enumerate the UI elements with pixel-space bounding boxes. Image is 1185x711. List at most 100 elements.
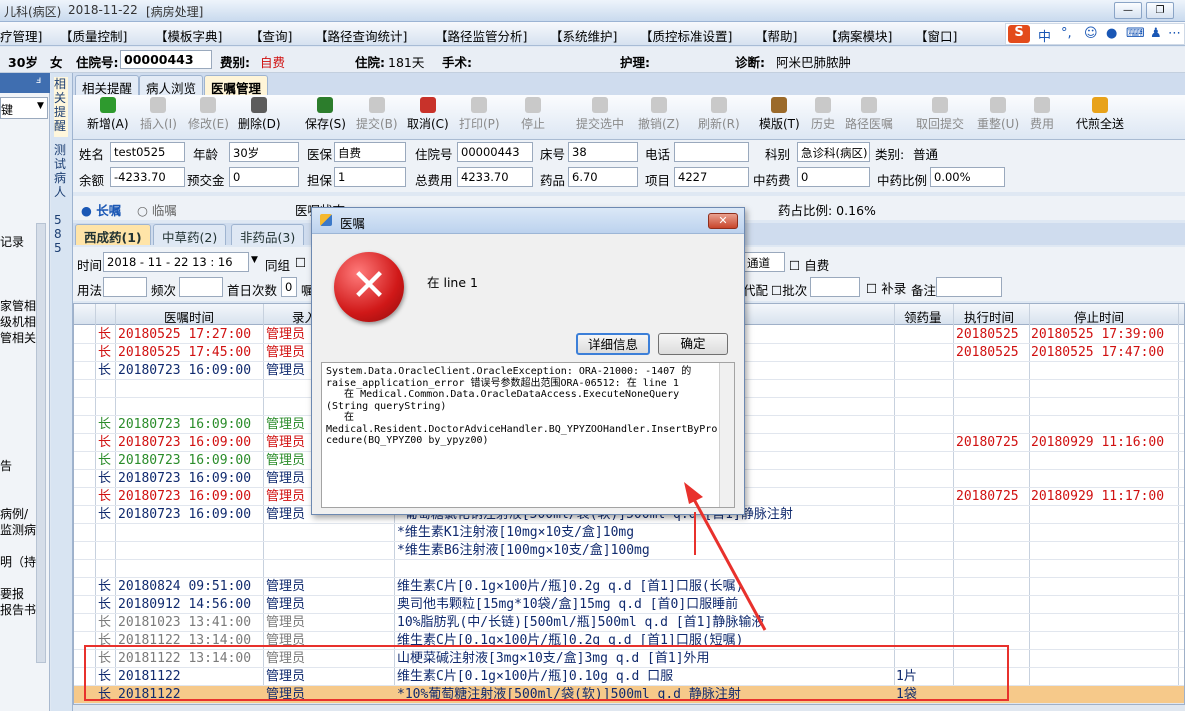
channel-field[interactable]: 通道	[743, 252, 785, 272]
balance-field[interactable]: -4233.70	[110, 167, 185, 187]
error-details-text[interactable]: System.Data.OracleClient.OracleException…	[321, 362, 735, 508]
ime-mode-icon[interactable]: 中	[1038, 26, 1051, 45]
col-order-time[interactable]: 医嘱时间	[164, 307, 214, 326]
toolbar-button-10[interactable]: 撤销(Z)	[638, 97, 680, 132]
toolbar-button-14[interactable]: 路径医嘱	[845, 97, 893, 132]
restore-button[interactable]: ❐	[1146, 2, 1174, 19]
dept-field[interactable]: 急诊科(病区)	[797, 142, 870, 162]
menu-item-system[interactable]: 【系统维护]	[550, 26, 617, 45]
toolbar-button-0[interactable]: 新增(A)	[87, 97, 129, 132]
toolbar-button-18[interactable]: 代煎全送	[1076, 97, 1124, 132]
table-row[interactable]: 长 20180912 14:56:00 管理员 奥司他韦颗粒[15mg*10袋/盒]1…	[74, 596, 1184, 614]
col-exec-time[interactable]: 执行时间	[964, 307, 1014, 326]
pin-icon[interactable]: ⅎ	[36, 75, 41, 86]
col-dispense-qty[interactable]: 领药量	[904, 307, 942, 326]
menu-item-window[interactable]: 【窗口]	[915, 26, 957, 45]
toolbar-button-15[interactable]: 取回提交	[916, 97, 964, 132]
remark-field[interactable]	[936, 277, 1002, 297]
toolbar-button-8[interactable]: 停止	[521, 97, 545, 132]
item-field[interactable]: 4227	[674, 167, 749, 187]
toolbar-button-4[interactable]: 保存(S)	[305, 97, 346, 132]
menu-item-case[interactable]: 【病案模块]	[825, 26, 892, 45]
batch-checkbox[interactable]: ☐批次	[771, 280, 807, 299]
deposit-field[interactable]: 0	[229, 167, 299, 187]
tab-herbal-drugs[interactable]: 中草药(2)	[153, 224, 227, 245]
ime-toolbar[interactable]: S 中 °, ☺ ● ⌨ ♟ ⋯	[1005, 23, 1185, 45]
tab-reminders[interactable]: 相关提醒	[75, 75, 140, 96]
menu-item-quality[interactable]: 【质量控制]	[60, 26, 127, 45]
drug-field[interactable]: 6.70	[568, 167, 638, 187]
tcm-fee-field[interactable]: 0	[797, 167, 870, 187]
toolbar-button-11[interactable]: 刷新(R)	[698, 97, 740, 132]
left-item-mgmt[interactable]: 管相关	[0, 329, 36, 346]
ime-logo-icon[interactable]: S	[1008, 25, 1030, 43]
temp-order-radio[interactable]: ○ 临嘱	[137, 200, 177, 219]
toolbar-button-17[interactable]: 费用	[1030, 97, 1054, 132]
menu-item-care[interactable]: 疗管理]	[0, 26, 42, 45]
toolbar-button-5[interactable]: 提交(B)	[356, 97, 398, 132]
decoct-checkbox[interactable]: 代配	[743, 280, 768, 299]
menu-item-path-monitor[interactable]: 【路径监管分析]	[435, 26, 527, 45]
toolbar-button-6[interactable]: 取消(C)	[407, 97, 449, 132]
left-scrollbar[interactable]	[36, 223, 46, 663]
left-item-monitor[interactable]: 监测病	[0, 521, 36, 538]
batch-field[interactable]	[810, 277, 860, 297]
route-field[interactable]	[103, 277, 147, 297]
dropdown-icon[interactable]: ▼	[37, 101, 44, 111]
left-item-explain[interactable]: 明（持	[0, 553, 36, 570]
time-picker[interactable]: 2018 - 11 - 22 13 : 16	[103, 252, 249, 272]
tcm-ratio-field[interactable]: 0.00%	[930, 167, 1005, 187]
details-button[interactable]: 详细信息	[576, 333, 650, 355]
vtab-reminder[interactable]: 相关提醒	[54, 77, 68, 137]
total-field[interactable]: 4233.70	[457, 167, 533, 187]
menu-item-help[interactable]: 【帮助]	[755, 26, 797, 45]
tab-western-drugs[interactable]: 西成药(1)	[75, 224, 151, 245]
tab-non-drugs[interactable]: 非药品(3)	[231, 224, 305, 245]
age-field[interactable]: 30岁	[229, 142, 299, 162]
ime-more-icon[interactable]: ⋯	[1168, 26, 1181, 41]
tab-order-management[interactable]: 医嘱管理	[204, 75, 269, 96]
toolbar-button-1[interactable]: 插入(I)	[140, 97, 177, 132]
minimize-button[interactable]: —	[1114, 2, 1142, 19]
same-group-checkbox[interactable]: 同组	[265, 255, 290, 274]
toolbar-button-9[interactable]: 提交选中	[576, 97, 624, 132]
toolbar-button-2[interactable]: 修改(E)	[188, 97, 229, 132]
ime-mic-icon[interactable]: ●	[1106, 26, 1117, 41]
inpatient-field[interactable]: 00000443	[457, 142, 533, 162]
table-row[interactable]: 长 20180824 09:51:00 管理员 维生素C片[0.1g×100片/瓶]0…	[74, 578, 1184, 596]
menu-item-template[interactable]: 【模板字典]	[155, 26, 222, 45]
left-item-report[interactable]: 告	[0, 457, 12, 474]
left-pane-selector[interactable]: 键 ▼	[0, 97, 48, 119]
ime-punct-icon[interactable]: °,	[1061, 26, 1072, 41]
insurance-field[interactable]: 自费	[334, 142, 406, 162]
guarantee-field[interactable]: 1	[334, 167, 406, 187]
time-dropdown-icon[interactable]: ▼	[251, 255, 258, 265]
same-group-box[interactable]: ☐	[295, 255, 306, 270]
col-stop-time[interactable]: 停止时间	[1074, 307, 1124, 326]
left-item-home[interactable]: 家管相	[0, 297, 36, 314]
menu-item-quality-std[interactable]: 【质控标准设置]	[640, 26, 732, 45]
toolbar-button-16[interactable]: 重整(U)	[977, 97, 1019, 132]
vtab-test-patient[interactable]: 测试病人	[54, 143, 68, 199]
dialog-close-button[interactable]: ✕	[708, 213, 738, 229]
frequency-field[interactable]	[179, 277, 223, 297]
self-pay-checkbox[interactable]: ☐ 自费	[789, 255, 829, 274]
bed-field[interactable]: 38	[568, 142, 638, 162]
ime-keyboard-icon[interactable]: ⌨	[1126, 26, 1145, 41]
details-scrollbar[interactable]	[719, 363, 734, 507]
table-row[interactable]	[74, 560, 1184, 578]
long-order-radio[interactable]: ● 长嘱	[81, 200, 121, 219]
ok-button[interactable]: 确定	[658, 333, 728, 355]
left-item-level[interactable]: 级机相	[0, 313, 36, 330]
ime-user-icon[interactable]: ♟	[1150, 26, 1162, 41]
toolbar-button-13[interactable]: 历史	[811, 97, 835, 132]
first-day-field[interactable]: 0	[281, 277, 297, 297]
phone-field[interactable]	[674, 142, 749, 162]
name-field[interactable]: test0525	[110, 142, 185, 162]
toolbar-button-12[interactable]: 模版(T)	[759, 97, 800, 132]
left-item-reportbook[interactable]: 报告书	[0, 601, 36, 618]
table-row[interactable]: *维生素K1注射液[10mg×10支/盒]10mg	[74, 524, 1184, 542]
left-item-records[interactable]: 记录	[0, 233, 24, 250]
table-row[interactable]: 长 20181023 13:41:00 管理员 10%脂肪乳(中/长链)[500ml/…	[74, 614, 1184, 632]
supplement-checkbox[interactable]: ☐ 补录	[866, 278, 906, 297]
